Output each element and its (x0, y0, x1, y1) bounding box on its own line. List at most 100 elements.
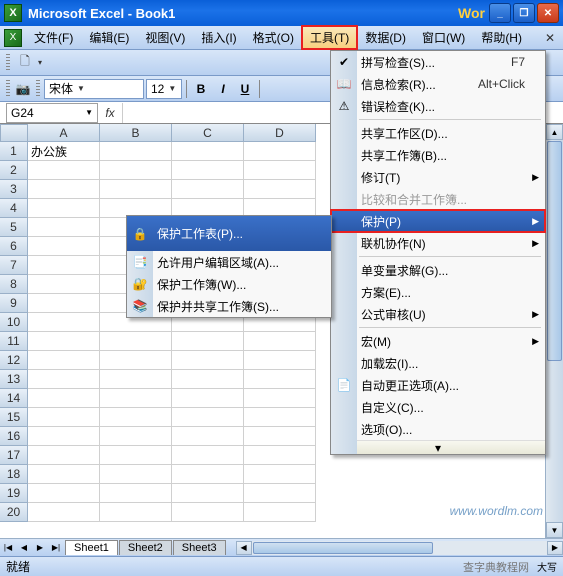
menu-online-collab[interactable]: 联机协作(N)▶ (331, 232, 545, 254)
select-all-button[interactable] (0, 124, 28, 142)
row-header[interactable]: 9 (0, 294, 28, 313)
grip-icon[interactable] (6, 54, 10, 72)
cell[interactable] (244, 389, 316, 408)
cell[interactable] (28, 446, 100, 465)
cell[interactable] (28, 313, 100, 332)
cell[interactable] (172, 484, 244, 503)
cell[interactable] (28, 180, 100, 199)
underline-button[interactable]: U (235, 79, 255, 99)
cell[interactable] (100, 408, 172, 427)
menu-macro[interactable]: 宏(M)▶ (331, 330, 545, 352)
cell[interactable] (28, 408, 100, 427)
cell[interactable] (28, 351, 100, 370)
row-header[interactable]: 10 (0, 313, 28, 332)
menu-data[interactable]: 数据(D) (357, 26, 414, 49)
cell[interactable] (100, 484, 172, 503)
row-header[interactable]: 4 (0, 199, 28, 218)
row-header[interactable]: 19 (0, 484, 28, 503)
cell[interactable] (28, 332, 100, 351)
close-button[interactable]: ✕ (537, 3, 559, 23)
menu-addins[interactable]: 加载宏(I)... (331, 352, 545, 374)
row-header[interactable]: 17 (0, 446, 28, 465)
menu-window[interactable]: 窗口(W) (414, 26, 473, 49)
menu-tools[interactable]: 工具(T) (302, 26, 357, 49)
tab-first-button[interactable]: |◀ (0, 540, 16, 556)
cell[interactable] (172, 408, 244, 427)
cell[interactable] (244, 180, 316, 199)
toolbar-overflow[interactable]: ▾ (38, 58, 42, 67)
menu-research[interactable]: 📖信息检索(R)...Alt+Click (331, 73, 545, 95)
cell[interactable] (28, 389, 100, 408)
cell[interactable] (244, 465, 316, 484)
menu-allow-edit-ranges[interactable]: 📑允许用户编辑区域(A)... (127, 251, 331, 273)
vertical-scrollbar[interactable]: ▲ ▼ (545, 124, 563, 538)
row-header[interactable]: 14 (0, 389, 28, 408)
cell[interactable] (244, 351, 316, 370)
cell[interactable] (100, 465, 172, 484)
minimize-button[interactable]: _ (489, 3, 511, 23)
column-header[interactable]: C (172, 124, 244, 142)
menu-protect-share[interactable]: 📚保护并共享工作簿(S)... (127, 295, 331, 317)
cell[interactable] (28, 465, 100, 484)
menu-shared-workspace[interactable]: 共享工作区(D)... (331, 122, 545, 144)
cell[interactable] (100, 142, 172, 161)
row-header[interactable]: 15 (0, 408, 28, 427)
menu-goal-seek[interactable]: 单变量求解(G)... (331, 259, 545, 281)
menu-error-check[interactable]: ⚠错误检查(K)... (331, 95, 545, 117)
cell[interactable] (172, 389, 244, 408)
row-header[interactable]: 18 (0, 465, 28, 484)
row-header[interactable]: 7 (0, 256, 28, 275)
mdi-close-button[interactable]: ✕ (541, 29, 559, 47)
row-header[interactable]: 8 (0, 275, 28, 294)
menu-autocorrect[interactable]: 📄自动更正选项(A)... (331, 374, 545, 396)
row-header[interactable]: 12 (0, 351, 28, 370)
cell[interactable] (28, 275, 100, 294)
maximize-button[interactable]: ❐ (513, 3, 535, 23)
scroll-up-button[interactable]: ▲ (546, 124, 563, 140)
cell[interactable] (172, 142, 244, 161)
font-name-select[interactable]: 宋体 ▼ (44, 79, 144, 99)
cell[interactable] (172, 503, 244, 522)
cell[interactable] (172, 465, 244, 484)
menu-protect[interactable]: 保护(P)▶ (331, 210, 545, 232)
new-button[interactable]: 🗋 (14, 53, 36, 73)
bold-button[interactable]: B (191, 79, 211, 99)
menu-expand-icon[interactable]: ▾ (331, 440, 545, 454)
menu-protect-workbook[interactable]: 🔐保护工作簿(W)... (127, 273, 331, 295)
grip-icon[interactable] (6, 80, 10, 98)
menu-view[interactable]: 视图(V) (137, 26, 193, 49)
row-header[interactable]: 13 (0, 370, 28, 389)
menu-options[interactable]: 选项(O)... (331, 418, 545, 440)
row-header[interactable]: 20 (0, 503, 28, 522)
row-header[interactable]: 6 (0, 237, 28, 256)
menu-track-changes[interactable]: 修订(T)▶ (331, 166, 545, 188)
cell[interactable] (172, 180, 244, 199)
row-header[interactable]: 16 (0, 427, 28, 446)
app-icon[interactable]: X (4, 29, 22, 47)
cell[interactable] (28, 427, 100, 446)
menu-file[interactable]: 文件(F) (26, 26, 81, 49)
cell[interactable] (28, 161, 100, 180)
tab-last-button[interactable]: ▶| (48, 540, 64, 556)
sheet-tab[interactable]: Sheet2 (119, 540, 172, 555)
cell[interactable] (244, 332, 316, 351)
row-header[interactable]: 5 (0, 218, 28, 237)
cell[interactable] (244, 446, 316, 465)
tab-prev-button[interactable]: ◀ (16, 540, 32, 556)
cell[interactable] (28, 218, 100, 237)
cell[interactable] (172, 332, 244, 351)
scroll-left-button[interactable]: ◀ (236, 541, 252, 555)
cell[interactable] (100, 446, 172, 465)
sheet-tab[interactable]: Sheet3 (173, 540, 226, 555)
cell[interactable] (28, 503, 100, 522)
row-header[interactable]: 2 (0, 161, 28, 180)
menu-customize[interactable]: 自定义(C)... (331, 396, 545, 418)
cell[interactable] (100, 503, 172, 522)
cell[interactable] (100, 161, 172, 180)
cell[interactable] (28, 370, 100, 389)
fx-icon[interactable]: fx (98, 106, 122, 120)
cell[interactable] (100, 427, 172, 446)
cell[interactable] (244, 503, 316, 522)
menu-insert[interactable]: 插入(I) (193, 26, 244, 49)
cell[interactable] (28, 237, 100, 256)
